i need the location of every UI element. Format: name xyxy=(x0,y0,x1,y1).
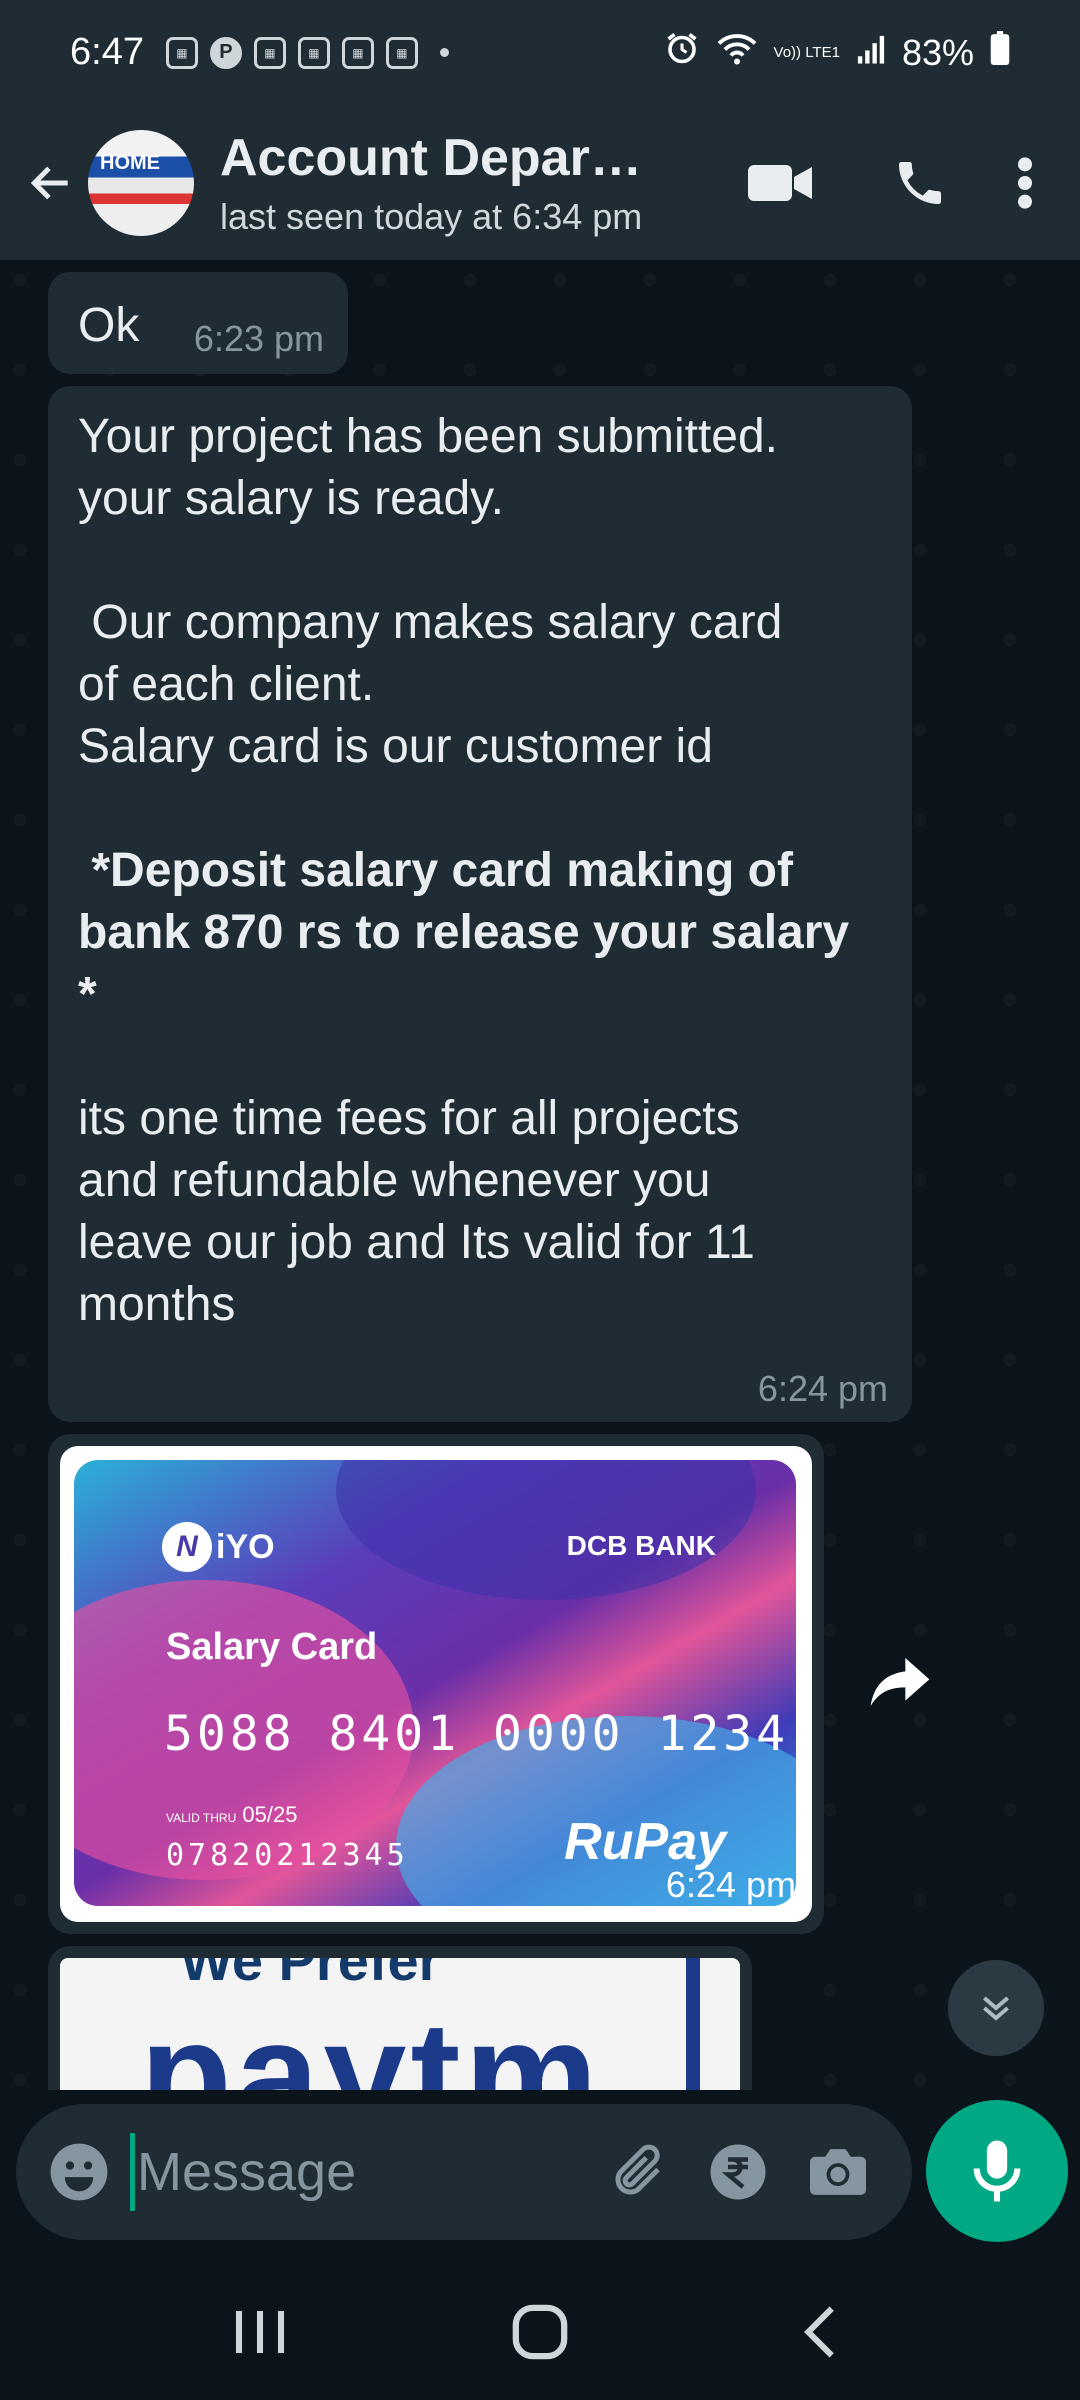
message-text-part: its one time fees for all projects and r… xyxy=(78,1092,755,1331)
payment-button[interactable] xyxy=(688,2127,788,2217)
battery-percent: 83% xyxy=(901,31,974,73)
message-composer xyxy=(16,2104,912,2240)
paperclip-icon xyxy=(615,2144,660,2195)
image-frame: NiYO DCB BANK Salary Card 5088 8401 0000… xyxy=(60,1446,812,1922)
pinterest-icon: P xyxy=(209,36,242,69)
rupee-icon xyxy=(710,2144,766,2200)
home-button[interactable] xyxy=(470,2282,610,2382)
system-nav-bar xyxy=(0,2264,1080,2400)
microphone-icon xyxy=(973,2140,1021,2202)
notification-icons: ▦ P ▦ ▦ ▦ ▦ xyxy=(165,36,449,69)
status-time: 6:47 xyxy=(70,31,144,73)
status-bar: 6:47 ▦ P ▦ ▦ ▦ ▦ Vo)) LTE1 83% xyxy=(0,0,1080,105)
contact-last-seen: last seen today at 6:34 pm xyxy=(220,195,643,237)
alarm-icon xyxy=(664,30,700,75)
arrow-left-icon xyxy=(30,166,68,199)
emoji-icon xyxy=(50,2143,108,2201)
card-title: Salary Card xyxy=(166,1626,378,1668)
camera-button[interactable] xyxy=(788,2127,888,2217)
message-time: 6:23 pm xyxy=(193,318,324,359)
card-number: 5088 8401 0000 1234 xyxy=(164,1706,790,1762)
avatar[interactable]: HOME xyxy=(88,129,194,236)
paytm-image: We Prefer paytm xyxy=(60,1958,740,2090)
message-text-part: Your project has been submitted. your sa… xyxy=(78,410,783,773)
video-camera-icon xyxy=(748,164,812,201)
recent-apps-button[interactable] xyxy=(190,2282,330,2382)
home-icon xyxy=(512,2304,568,2360)
status-right: Vo)) LTE1 83% xyxy=(664,30,1010,75)
paytm-logo-text: paytm xyxy=(140,1990,602,2090)
message-bubble[interactable]: Ok 6:23 pm xyxy=(48,272,348,374)
chat-area[interactable]: Ok 6:23 pm Your project has been submitt… xyxy=(0,260,1080,2090)
chat-header: HOME Account Depart... last seen today a… xyxy=(0,105,1080,260)
calendar-grid-icon: ▦ xyxy=(253,36,286,69)
volte-indicator: Vo)) LTE1 xyxy=(773,44,840,61)
card-brand-logo: NiYO xyxy=(162,1522,275,1572)
salary-card-image: NiYO DCB BANK Salary Card 5088 8401 0000… xyxy=(74,1460,796,1906)
back-button[interactable] xyxy=(16,148,86,218)
more-options-button[interactable] xyxy=(990,138,1060,228)
calendar-grid-icon: ▦ xyxy=(385,36,418,69)
image-message[interactable]: NiYO DCB BANK Salary Card 5088 8401 0000… xyxy=(48,1434,824,1934)
video-call-button[interactable] xyxy=(710,138,850,228)
double-chevron-down-icon xyxy=(983,1996,1009,2021)
calendar-grid-icon: ▦ xyxy=(165,36,198,69)
recents-icon xyxy=(235,2311,285,2353)
card-bank-name: DCB BANK xyxy=(566,1530,716,1561)
voice-message-button[interactable] xyxy=(926,2100,1068,2242)
message-bubble[interactable]: Your project has been submitted. your sa… xyxy=(48,386,912,1422)
scroll-to-bottom-button[interactable] xyxy=(948,1960,1044,2056)
message-time: 6:24 pm xyxy=(757,1368,888,1409)
text-caret xyxy=(130,2133,135,2211)
more-notifications-dot xyxy=(439,48,449,57)
calendar-grid-icon: ▦ xyxy=(297,36,330,69)
battery-icon xyxy=(990,31,1010,74)
image-message[interactable]: We Prefer paytm xyxy=(48,1946,752,2090)
message-bold-text: *Deposit salary card making of bank 870 … xyxy=(78,844,850,1021)
message-time: 6:24 pm xyxy=(665,1864,796,1905)
phone-icon xyxy=(899,161,941,204)
card-account-number: 07820212345 xyxy=(166,1838,409,1873)
more-vert-icon xyxy=(1018,156,1032,209)
card-network-logo: RuPay xyxy=(564,1813,726,1871)
emoji-button[interactable] xyxy=(40,2133,118,2211)
message-field[interactable] xyxy=(137,2141,497,2203)
message-text: Your project has been submitted. your sa… xyxy=(78,406,882,1336)
card-valid-thru: VALID THRU 05/25 xyxy=(166,1802,298,1827)
camera-icon xyxy=(810,2149,866,2195)
voice-call-button[interactable] xyxy=(850,138,990,228)
wifi-icon xyxy=(716,30,758,75)
contact-name: Account Depart... xyxy=(220,128,650,187)
attach-button[interactable] xyxy=(588,2127,688,2217)
chevron-left-icon xyxy=(804,2306,834,2358)
signal-icon xyxy=(856,32,886,74)
back-nav-button[interactable] xyxy=(750,2282,890,2382)
forward-button[interactable] xyxy=(858,1640,942,1724)
forward-arrow-icon xyxy=(870,1658,930,1706)
message-input[interactable] xyxy=(130,2132,588,2212)
calendar-grid-icon: ▦ xyxy=(341,36,374,69)
contact-info[interactable]: Account Depart... last seen today at 6:3… xyxy=(220,128,710,238)
